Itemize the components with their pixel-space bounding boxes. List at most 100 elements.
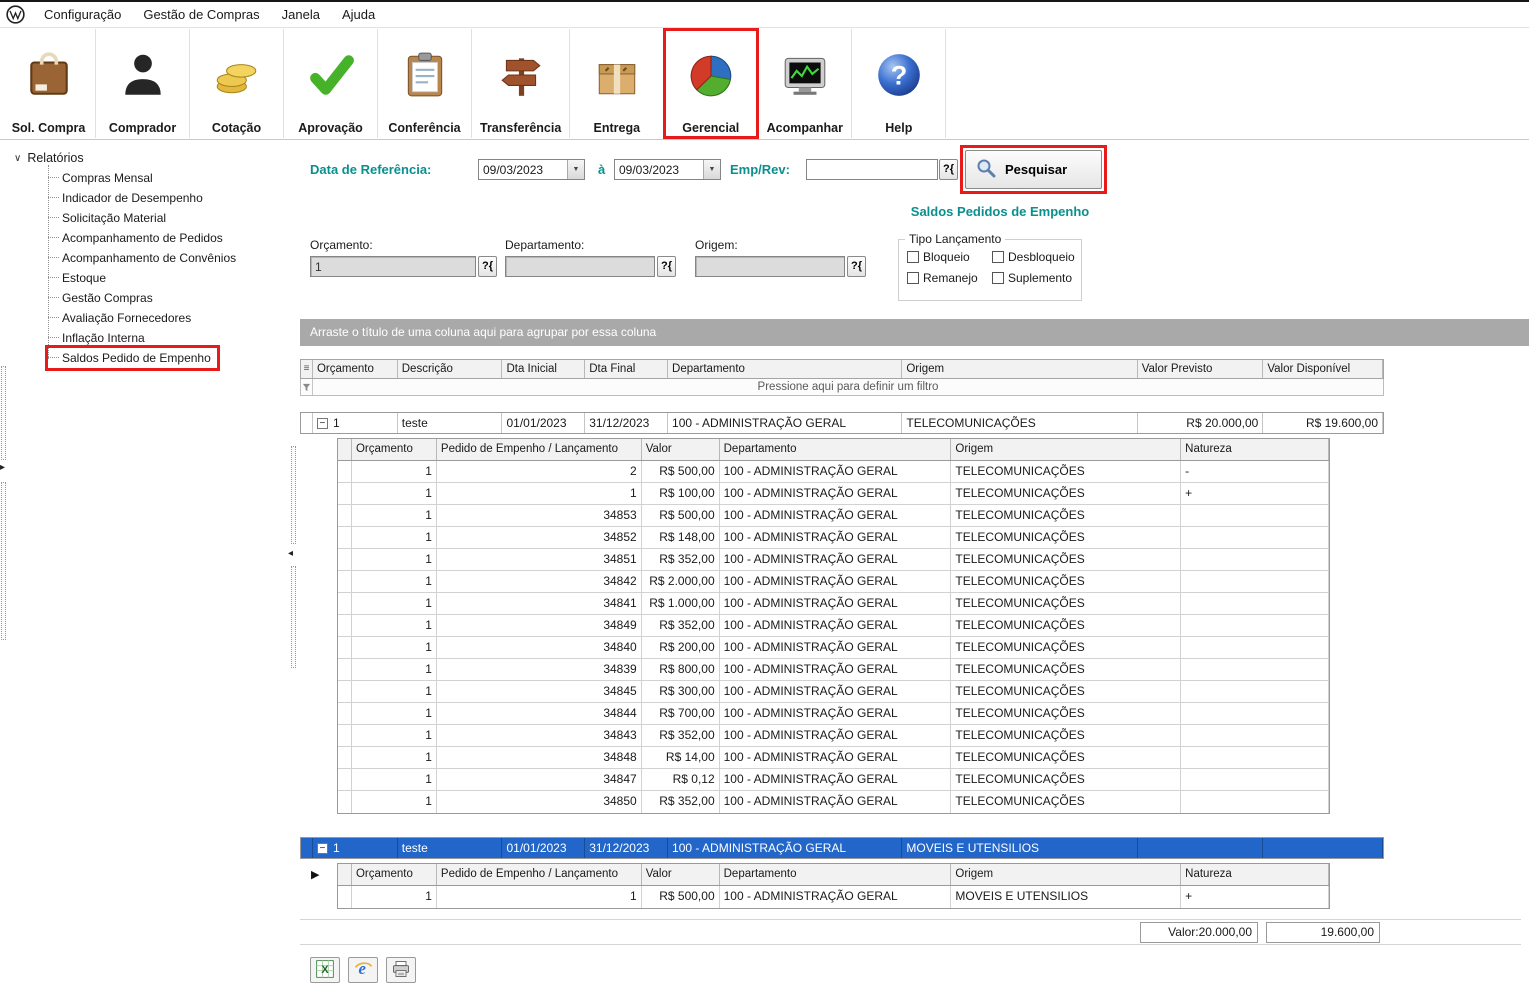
detail-row[interactable]: 134844R$ 700,00100 - ADMINISTRAÇÃO GERAL… (338, 703, 1329, 725)
toolbar-button-entrega[interactable]: Entrega (570, 29, 664, 138)
toolbar-button-help[interactable]: ?Help (852, 29, 946, 138)
detail-column-header-departamento[interactable]: Departamento (720, 439, 952, 460)
checkbox-desbloqueio[interactable]: Desbloqueio (992, 250, 1077, 264)
package-box-icon (592, 33, 642, 117)
column-header-departamento[interactable]: Departamento (668, 360, 902, 378)
detail-row[interactable]: 134852R$ 148,00100 - ADMINISTRAÇÃO GERAL… (338, 527, 1329, 549)
column-header-dta-inicial[interactable]: Dta Inicial (502, 360, 585, 378)
date-from-combo[interactable]: 09/03/2023 ▼ (478, 159, 585, 180)
chevron-down-icon[interactable]: ▼ (703, 160, 720, 179)
grid-filter-row[interactable]: Pressione aqui para definir um filtro (300, 379, 1384, 396)
search-button[interactable]: Pesquisar (965, 150, 1102, 189)
detail-row[interactable]: 134853R$ 500,00100 - ADMINISTRAÇÃO GERAL… (338, 505, 1329, 527)
detail-header-row: OrçamentoPedido de Empenho / LançamentoV… (338, 439, 1329, 461)
emp-rev-lookup-button[interactable]: ?{ (939, 159, 958, 180)
detail-column-header-orcamento[interactable]: Orçamento (352, 864, 437, 885)
sidebar-item-solicitacao-material[interactable]: Solicitação Material (48, 208, 172, 228)
sidebar-item-acompanhamento-de-pedidos[interactable]: Acompanhamento de Pedidos (48, 228, 229, 248)
master-row-2[interactable]: −1teste01/01/202331/12/2023100 - ADMINIS… (300, 837, 1384, 859)
toolbar-button-conferencia[interactable]: Conferência (378, 29, 472, 138)
sidebar-item-avaliacao-fornecedores[interactable]: Avaliação Fornecedores (48, 308, 197, 328)
departamento-label: Departamento: (505, 238, 584, 252)
detail-column-header-departamento[interactable]: Departamento (720, 864, 952, 885)
toolbar-button-cotacao[interactable]: Cotação (190, 29, 284, 138)
detail-column-header-valor[interactable]: Valor (642, 439, 720, 460)
column-chooser-button[interactable]: ≡ (301, 360, 313, 378)
sidebar-item-indicador-de-desempenho[interactable]: Indicador de Desempenho (48, 188, 209, 208)
column-header-dta-final[interactable]: Dta Final (585, 360, 668, 378)
detail-column-header-orcamento[interactable]: Orçamento (352, 439, 437, 460)
detail-row[interactable]: 134845R$ 300,00100 - ADMINISTRAÇÃO GERAL… (338, 681, 1329, 703)
detail-row[interactable]: 134843R$ 352,00100 - ADMINISTRAÇÃO GERAL… (338, 725, 1329, 747)
toolbar-button-label: Sol. Compra (12, 121, 86, 135)
departamento-input[interactable] (505, 256, 655, 277)
detail-column-header-pedido-de-empenho-lancamento[interactable]: Pedido de Empenho / Lançamento (437, 439, 642, 460)
group-by-drop-bar[interactable]: Arraste o título de uma coluna aqui para… (300, 319, 1529, 346)
detail-row[interactable]: 134848R$ 14,00100 - ADMINISTRAÇÃO GERALT… (338, 747, 1329, 769)
tipo-lancamento-groupbox: Tipo Lançamento BloqueioDesbloqueioReman… (898, 239, 1082, 301)
departamento-lookup-button[interactable]: ?{ (657, 256, 676, 277)
detail-column-header-natureza[interactable]: Natureza (1181, 864, 1329, 885)
toolbar-button-transferencia[interactable]: Transferência (472, 29, 570, 138)
date-to-combo[interactable]: 09/03/2023 ▼ (614, 159, 721, 180)
detail-row[interactable]: 134840R$ 200,00100 - ADMINISTRAÇÃO GERAL… (338, 637, 1329, 659)
toolbar-button-comprador[interactable]: Comprador (96, 29, 190, 138)
detail-row[interactable]: 12R$ 500,00100 - ADMINISTRAÇÃO GERALTELE… (338, 461, 1329, 483)
menu-item-gestao-de-compras[interactable]: Gestão de Compras (132, 3, 270, 26)
detail-column-header-origem[interactable]: Origem (951, 864, 1181, 885)
detail-row[interactable]: 134849R$ 352,00100 - ADMINISTRAÇÃO GERAL… (338, 615, 1329, 637)
print-button[interactable] (386, 957, 416, 983)
detail-row[interactable]: 134847R$ 0,12100 - ADMINISTRAÇÃO GERALTE… (338, 769, 1329, 791)
menu-item-janela[interactable]: Janela (271, 3, 331, 26)
column-header-valor-previsto[interactable]: Valor Previsto (1138, 360, 1264, 378)
sidebar-item-inflacao-interna[interactable]: Inflação Interna (48, 328, 151, 348)
column-header-descricao[interactable]: Descrição (398, 360, 503, 378)
detail-column-header-valor[interactable]: Valor (642, 864, 720, 885)
checkbox-remanejo[interactable]: Remanejo (907, 271, 992, 285)
origem-lookup-button[interactable]: ?{ (847, 256, 866, 277)
checkbox-suplemento[interactable]: Suplemento (992, 271, 1077, 285)
emp-rev-input[interactable] (806, 159, 938, 180)
detail-row[interactable]: 134841R$ 1.000,00100 - ADMINISTRAÇÃO GER… (338, 593, 1329, 615)
excel-export-button[interactable]: X (310, 957, 340, 983)
detail-row[interactable]: 134839R$ 800,00100 - ADMINISTRAÇÃO GERAL… (338, 659, 1329, 681)
orcamento-lookup-button[interactable]: ?{ (478, 256, 497, 277)
detail-row[interactable]: 11R$ 100,00100 - ADMINISTRAÇÃO GERALTELE… (338, 483, 1329, 505)
sidebar-item-saldos-pedido-de-empenho[interactable]: Saldos Pedido de Empenho (48, 348, 217, 368)
detail-row[interactable]: 134850R$ 352,00100 - ADMINISTRAÇÃO GERAL… (338, 791, 1329, 813)
master-grid: ≡OrçamentoDescriçãoDta InicialDta FinalD… (300, 359, 1384, 909)
menu-item-configuracao[interactable]: Configuração (33, 3, 132, 26)
collapse-group-button[interactable]: − (317, 418, 328, 429)
toolbar-button-gerencial[interactable]: Gerencial (664, 29, 758, 138)
tree-expand-arrow-icon[interactable]: ∨ (14, 153, 21, 164)
svg-text:X: X (321, 964, 329, 976)
detail-column-header-pedido-de-empenho-lancamento[interactable]: Pedido de Empenho / Lançamento (437, 864, 642, 885)
detail-row[interactable]: 134851R$ 352,00100 - ADMINISTRAÇÃO GERAL… (338, 549, 1329, 571)
column-header-valor-disponivel[interactable]: Valor Disponível (1263, 360, 1383, 378)
sidebar-item-estoque[interactable]: Estoque (48, 268, 112, 288)
origem-input[interactable] (695, 256, 845, 277)
detail-row[interactable]: 134842R$ 2.000,00100 - ADMINISTRAÇÃO GER… (338, 571, 1329, 593)
sidebar-item-gestao-compras[interactable]: Gestão Compras (48, 288, 159, 308)
detail-row[interactable]: 11R$ 500,00100 - ADMINISTRAÇÃO GERALMOVE… (338, 886, 1329, 908)
detail-column-header-natureza[interactable]: Natureza (1181, 439, 1329, 460)
master-row-1[interactable]: −1teste01/01/202331/12/2023100 - ADMINIS… (300, 412, 1384, 434)
toolbar-button-acompanhar[interactable]: Acompanhar (758, 29, 852, 138)
toolbar-button-sol-compra[interactable]: Sol. Compra (2, 29, 96, 138)
internet-export-button[interactable]: e (348, 957, 378, 983)
menu-item-ajuda[interactable]: Ajuda (331, 3, 386, 26)
checkbox-label: Bloqueio (923, 250, 970, 264)
column-header-origem[interactable]: Origem (902, 360, 1137, 378)
detail-column-header-origem[interactable]: Origem (951, 439, 1181, 460)
sidebar-root[interactable]: ∨ Relatórios (14, 148, 300, 168)
checkbox-bloqueio[interactable]: Bloqueio (907, 250, 992, 264)
collapse-group-button[interactable]: − (317, 843, 328, 854)
toolbar-button-aprovacao[interactable]: Aprovação (284, 29, 378, 138)
column-header-orcamento[interactable]: Orçamento (313, 360, 398, 378)
sidebar-item-acompanhamento-de-convenios[interactable]: Acompanhamento de Convênios (48, 248, 242, 268)
app-logo-icon (6, 5, 25, 24)
chevron-down-icon[interactable]: ▼ (567, 160, 584, 179)
toolbar-button-label: Transferência (480, 121, 561, 135)
sidebar-item-compras-mensal[interactable]: Compras Mensal (48, 168, 159, 188)
orcamento-input[interactable] (310, 256, 476, 277)
